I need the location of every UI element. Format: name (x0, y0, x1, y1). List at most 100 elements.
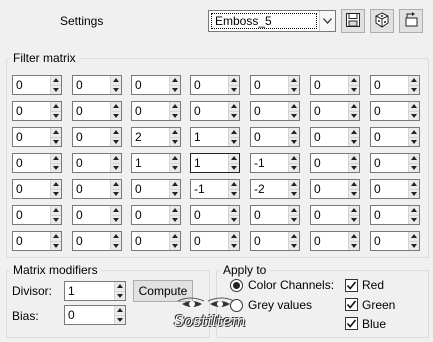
spin-up-icon[interactable] (51, 232, 61, 242)
spin-up-icon[interactable] (289, 206, 299, 216)
spin-down-icon[interactable] (51, 241, 61, 250)
divisor-down-icon[interactable] (115, 291, 125, 300)
matrix-cell-r2c1[interactable]: 0 (12, 101, 62, 121)
spin-down-icon[interactable] (349, 85, 359, 94)
spin-up-icon[interactable] (51, 206, 61, 216)
spin-down-icon[interactable] (289, 85, 299, 94)
matrix-cell-r4c7[interactable]: 0 (370, 153, 420, 173)
matrix-cell-r4c2[interactable]: 0 (72, 153, 122, 173)
spin-down-icon[interactable] (409, 111, 419, 120)
spin-down-icon[interactable] (229, 241, 239, 250)
spin-up-icon[interactable] (170, 232, 180, 242)
spin-down-icon[interactable] (289, 137, 299, 146)
spin-down-icon[interactable] (289, 189, 299, 198)
spin-down-icon[interactable] (170, 215, 180, 224)
spin-down-icon[interactable] (349, 111, 359, 120)
spin-up-icon[interactable] (51, 76, 61, 86)
spin-down-icon[interactable] (349, 137, 359, 146)
spin-down-icon[interactable] (409, 215, 419, 224)
matrix-cell-r2c7[interactable]: 0 (370, 101, 420, 121)
matrix-cell-r7c1[interactable]: 0 (12, 231, 62, 251)
spin-up-icon[interactable] (229, 206, 239, 216)
spin-down-icon[interactable] (51, 163, 61, 172)
spin-down-icon[interactable] (170, 163, 180, 172)
spin-up-icon[interactable] (170, 128, 180, 138)
spin-down-icon[interactable] (51, 85, 61, 94)
spin-up-icon[interactable] (229, 102, 239, 112)
matrix-cell-r5c1[interactable]: 0 (12, 179, 62, 199)
spin-up-icon[interactable] (170, 206, 180, 216)
spin-up-icon[interactable] (111, 154, 121, 164)
matrix-cell-r1c1[interactable]: 0 (12, 75, 62, 95)
matrix-cell-r6c6[interactable]: 0 (310, 205, 360, 225)
matrix-cell-r3c5[interactable]: 0 (250, 127, 300, 147)
spin-up-icon[interactable] (289, 76, 299, 86)
matrix-cell-r7c2[interactable]: 0 (72, 231, 122, 251)
matrix-cell-r5c6[interactable]: 0 (310, 179, 360, 199)
spin-up-icon[interactable] (289, 154, 299, 164)
spin-down-icon[interactable] (229, 163, 239, 172)
spin-up-icon[interactable] (349, 180, 359, 190)
spin-up-icon[interactable] (170, 102, 180, 112)
matrix-cell-r6c7[interactable]: 0 (370, 205, 420, 225)
matrix-cell-r4c4[interactable]: 1 (190, 153, 240, 173)
bias-spinner[interactable]: 0 (64, 305, 126, 325)
spin-down-icon[interactable] (229, 189, 239, 198)
matrix-cell-r2c6[interactable]: 0 (310, 101, 360, 121)
spin-up-icon[interactable] (111, 206, 121, 216)
matrix-cell-r6c2[interactable]: 0 (72, 205, 122, 225)
matrix-cell-r3c1[interactable]: 0 (12, 127, 62, 147)
spin-up-icon[interactable] (289, 128, 299, 138)
spin-up-icon[interactable] (111, 102, 121, 112)
spin-down-icon[interactable] (349, 163, 359, 172)
matrix-cell-r1c7[interactable]: 0 (370, 75, 420, 95)
random-button[interactable] (370, 9, 394, 33)
matrix-cell-r6c4[interactable]: 0 (190, 205, 240, 225)
spin-down-icon[interactable] (409, 137, 419, 146)
spin-down-icon[interactable] (229, 137, 239, 146)
spin-down-icon[interactable] (170, 241, 180, 250)
spin-down-icon[interactable] (111, 215, 121, 224)
spin-down-icon[interactable] (51, 111, 61, 120)
spin-down-icon[interactable] (409, 163, 419, 172)
chevron-down-icon[interactable] (319, 11, 335, 31)
spin-down-icon[interactable] (229, 111, 239, 120)
spin-up-icon[interactable] (289, 180, 299, 190)
spin-up-icon[interactable] (51, 128, 61, 138)
spin-down-icon[interactable] (409, 241, 419, 250)
matrix-cell-r5c3[interactable]: 0 (131, 179, 181, 199)
matrix-cell-r6c3[interactable]: 0 (131, 205, 181, 225)
matrix-cell-r5c5[interactable]: -2 (250, 179, 300, 199)
matrix-cell-r4c5[interactable]: -1 (250, 153, 300, 173)
reset-button[interactable] (399, 9, 423, 33)
spin-down-icon[interactable] (289, 241, 299, 250)
spin-up-icon[interactable] (170, 154, 180, 164)
spin-up-icon[interactable] (289, 102, 299, 112)
spin-up-icon[interactable] (111, 232, 121, 242)
matrix-cell-r7c7[interactable]: 0 (370, 231, 420, 251)
spin-up-icon[interactable] (229, 180, 239, 190)
spin-up-icon[interactable] (409, 76, 419, 86)
matrix-cell-r7c5[interactable]: 0 (250, 231, 300, 251)
divisor-up-icon[interactable] (115, 282, 125, 292)
matrix-cell-r3c4[interactable]: 1 (190, 127, 240, 147)
spin-down-icon[interactable] (51, 215, 61, 224)
spin-up-icon[interactable] (111, 76, 121, 86)
preset-dropdown[interactable]: Emboss_5 (208, 10, 336, 32)
spin-down-icon[interactable] (111, 189, 121, 198)
matrix-cell-r1c3[interactable]: 0 (131, 75, 181, 95)
spin-up-icon[interactable] (409, 180, 419, 190)
matrix-cell-r7c6[interactable]: 0 (310, 231, 360, 251)
matrix-cell-r4c3[interactable]: 1 (131, 153, 181, 173)
matrix-cell-r6c1[interactable]: 0 (12, 205, 62, 225)
divisor-spinner[interactable]: 1 (64, 281, 126, 301)
matrix-cell-r1c4[interactable]: 0 (190, 75, 240, 95)
spin-down-icon[interactable] (51, 137, 61, 146)
spin-up-icon[interactable] (51, 102, 61, 112)
spin-up-icon[interactable] (170, 180, 180, 190)
matrix-cell-r4c6[interactable]: 0 (310, 153, 360, 173)
matrix-cell-r7c4[interactable]: 0 (190, 231, 240, 251)
spin-up-icon[interactable] (409, 128, 419, 138)
spin-down-icon[interactable] (170, 137, 180, 146)
spin-down-icon[interactable] (229, 215, 239, 224)
